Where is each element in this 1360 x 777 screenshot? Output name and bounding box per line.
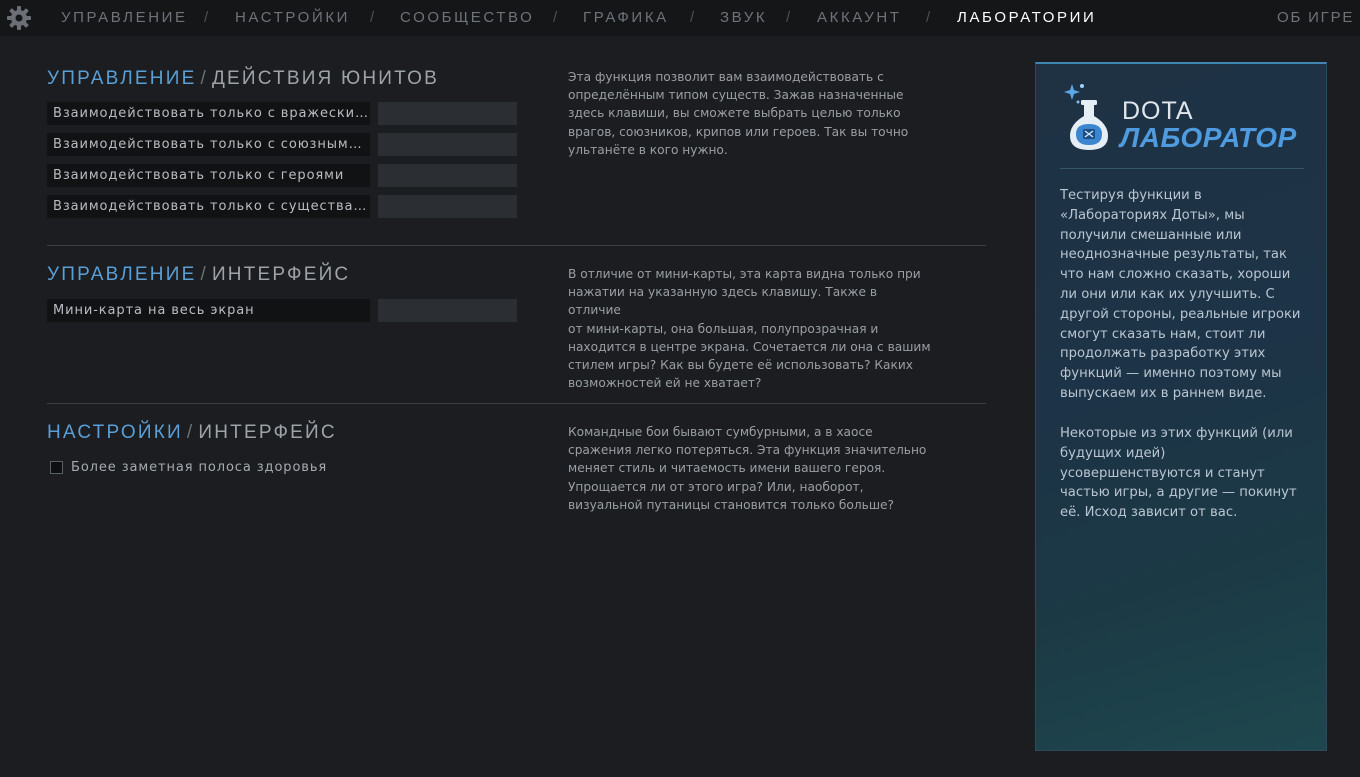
- section-category: УПРАВЛЕНИЕ: [47, 264, 197, 285]
- tab-settings[interactable]: НАСТРОЙКИ: [235, 9, 350, 26]
- keybind-field[interactable]: [378, 133, 517, 156]
- tab-controls[interactable]: УПРАВЛЕНИЕ: [61, 9, 188, 26]
- section-subcategory: ИНТЕРФЕЙС: [198, 422, 337, 443]
- keybind-label: Взаимодействовать только с вражескими: [47, 102, 370, 125]
- nav-separator: /: [204, 9, 209, 26]
- top-navigation-bar: УПРАВЛЕНИЕ / НАСТРОЙКИ / СООБЩЕСТВО / ГР…: [0, 0, 1360, 36]
- dota-labs-info-panel: DOTA ЛАБОРАТОР Тестируя функции в «Лабор…: [1035, 62, 1327, 751]
- tab-graphics[interactable]: ГРАФИКА: [583, 9, 669, 26]
- section-separator: /: [186, 422, 195, 443]
- health-bar-checkbox[interactable]: [50, 461, 63, 474]
- tab-about[interactable]: ОБ ИГРЕ: [1277, 9, 1354, 26]
- keybind-field[interactable]: [378, 299, 517, 322]
- section-category: НАСТРОЙКИ: [47, 422, 183, 443]
- section-description: В отличие от мини-карты, эта карта видна…: [568, 267, 931, 391]
- section-title-controls-interface: УПРАВЛЕНИЕ / ИНТЕРФЕЙС: [47, 264, 350, 286]
- section-subcategory: ИНТЕРФЕЙС: [211, 264, 351, 285]
- panel-paragraph: Тестируя функции в «Лабораториях Доты», …: [1060, 188, 1301, 401]
- section-subcategory: ДЕЙСТВИЯ ЮНИТОВ: [211, 68, 439, 89]
- section-description: Эта функция позволит вам взаимодействова…: [568, 70, 909, 157]
- keybind-field[interactable]: [378, 102, 517, 125]
- keybind-label: Мини-карта на весь экран: [47, 299, 370, 322]
- section-divider: [47, 245, 986, 246]
- tab-labs[interactable]: ЛАБОРАТОРИИ: [957, 9, 1096, 26]
- panel-divider: [1060, 168, 1304, 169]
- section-title-unit-actions: УПРАВЛЕНИЕ / ДЕЙСТВИЯ ЮНИТОВ: [47, 68, 439, 90]
- keybind-label: Взаимодействовать только с союзными юнит…: [47, 133, 370, 156]
- tab-sound[interactable]: ЗВУК: [720, 9, 767, 26]
- gear-icon[interactable]: [6, 5, 32, 31]
- keybind-field[interactable]: [378, 164, 517, 187]
- section-description: Командные бои бывают сумбурными, а в хао…: [568, 425, 927, 512]
- keybind-label: Взаимодействовать только с героями: [47, 164, 370, 187]
- nav-separator: /: [370, 9, 375, 26]
- section-separator: /: [200, 68, 208, 89]
- flask-icon: [1064, 84, 1108, 150]
- keybind-label: Взаимодействовать только с существами: [47, 195, 370, 218]
- section-divider: [47, 403, 986, 404]
- nav-separator: /: [553, 9, 558, 26]
- section-title-settings-interface: НАСТРОЙКИ / ИНТЕРФЕЙС: [47, 422, 337, 444]
- checkbox-label: Более заметная полоса здоровья: [71, 460, 328, 475]
- keybind-field[interactable]: [378, 195, 517, 218]
- tab-community[interactable]: СООБЩЕСТВО: [400, 9, 534, 26]
- nav-separator: /: [690, 9, 695, 26]
- logo-text-bottom: ЛАБОРАТОР: [1120, 122, 1297, 153]
- section-separator: /: [200, 264, 208, 285]
- dota-labs-logo: DOTA ЛАБОРАТОР: [1060, 78, 1310, 158]
- tab-account[interactable]: АККАУНТ: [817, 9, 902, 26]
- nav-separator: /: [786, 9, 791, 26]
- nav-separator: /: [926, 9, 931, 26]
- panel-paragraph: Некоторые из этих функций (или будущих и…: [1060, 426, 1297, 521]
- section-category: УПРАВЛЕНИЕ: [47, 68, 197, 89]
